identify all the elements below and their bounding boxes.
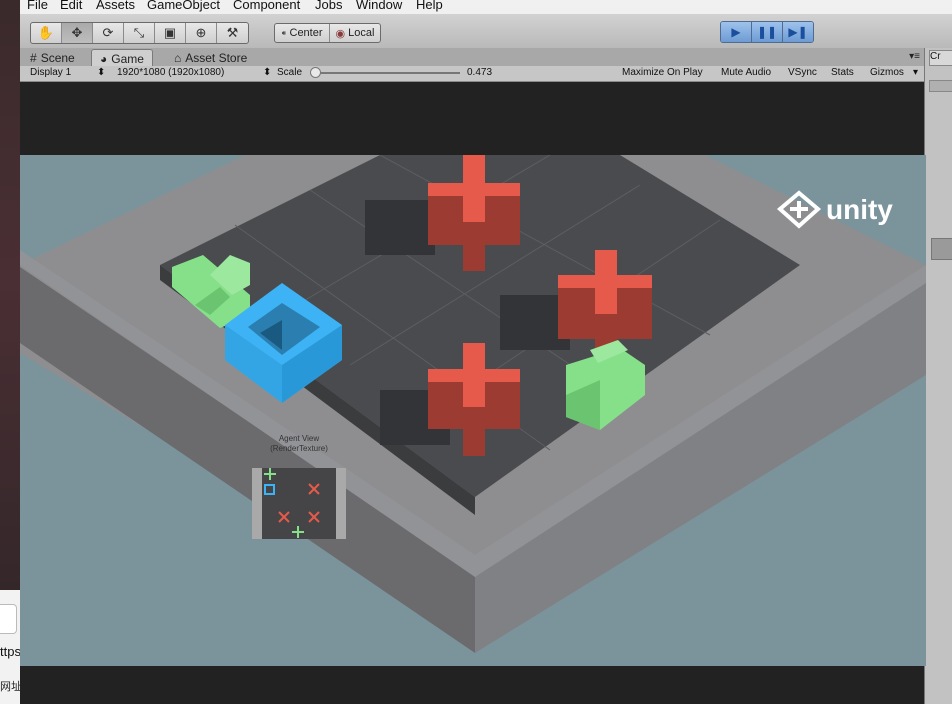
tab-asset-store-label: Asset Store [185, 50, 248, 65]
stats-toggle[interactable]: Stats [831, 67, 854, 78]
local-label: Local [348, 27, 375, 39]
gizmos-dropdown-arrow-icon: ▾ [913, 67, 919, 78]
tab-game-label: Game [111, 51, 144, 66]
right-panel-scrollbar[interactable] [931, 238, 952, 260]
pivot-label: Center [289, 27, 323, 39]
browser-tab-fragment[interactable] [0, 604, 17, 634]
game-view[interactable]: unity Agent View (RenderTexture) [20, 82, 926, 704]
move-icon[interactable]: ✥ [62, 23, 93, 43]
play-icon[interactable]: ▶ [721, 22, 752, 42]
rotate-icon[interactable]: ⟳ [93, 23, 124, 43]
custom-tool-icon[interactable]: ⚒ [217, 23, 248, 43]
local-icon: ◉ [335, 27, 346, 40]
resolution-dropdown-arrow-icon: ⬍ [263, 67, 272, 78]
right-panel-bar [929, 80, 952, 92]
gamepad-icon: ◕ [100, 51, 108, 66]
transform-tools: ✋ ✥ ⟳ ⤡ ▣ ⊕ ⚒ [30, 22, 249, 44]
agent-view-subtitle: (RenderTexture) [270, 444, 328, 453]
menu-file[interactable]: File [27, 0, 48, 12]
step-icon[interactable]: ▶❚ [783, 22, 813, 42]
main-toolbar: ✋ ✥ ⟳ ⤡ ▣ ⊕ ⚒ ⁌ Center ◉ Local ▶ ❚❚ ▶❚ [20, 14, 952, 49]
menu-component[interactable]: Component [233, 0, 300, 12]
maximize-on-play-toggle[interactable]: Maximize On Play [622, 67, 703, 78]
menu-jobs[interactable]: Jobs [315, 0, 342, 12]
resolution-dropdown[interactable]: 1920*1080 (1920x1080) [117, 67, 224, 78]
pause-icon[interactable]: ❚❚ [752, 22, 783, 42]
menu-gameobject[interactable]: GameObject [147, 0, 220, 12]
menu-bar: File Edit Assets GameObject Component Jo… [20, 0, 952, 14]
right-panel: Cr [924, 48, 952, 704]
hand-icon[interactable]: ✋ [31, 23, 62, 43]
view-tabs: # Scene ◕ Game ⌂ Asset Store ▾≡ [20, 48, 924, 67]
agent-view-title: Agent View [279, 434, 320, 443]
tab-scene[interactable]: # Scene [22, 49, 83, 66]
browser-label-fragment: 网址 [0, 681, 22, 693]
scale-label: Scale [277, 67, 303, 78]
right-panel-header[interactable]: Cr [929, 50, 952, 66]
pivot-local-button[interactable]: ◉ Local [330, 24, 381, 42]
grid-icon: # [30, 50, 37, 65]
menu-edit[interactable]: Edit [60, 0, 82, 12]
game-view-toolbar: Display 1 ⬍ 1920*1080 (1920x1080) ⬍ Scal… [20, 66, 924, 82]
display-dropdown[interactable]: Display 1 [30, 67, 71, 78]
rect-icon[interactable]: ▣ [155, 23, 186, 43]
pivot-toggle-group: ⁌ Center ◉ Local [274, 23, 382, 43]
scale-icon[interactable]: ⤡ [124, 23, 155, 43]
display-dropdown-arrow-icon: ⬍ [97, 67, 106, 78]
scale-value: 0.473 [467, 67, 493, 78]
tab-asset-store[interactable]: ⌂ Asset Store [166, 49, 255, 66]
tab-menu-icon[interactable]: ▾≡ [909, 51, 920, 62]
pivot-center-button[interactable]: ⁌ Center [275, 24, 330, 42]
tab-scene-label: Scene [40, 50, 75, 65]
scale-slider-track[interactable] [312, 72, 460, 74]
scale-slider-handle[interactable] [310, 67, 321, 78]
gizmos-dropdown[interactable]: Gizmos [870, 67, 904, 78]
tab-game[interactable]: ◕ Game [91, 49, 153, 67]
menu-assets[interactable]: Assets [96, 0, 135, 12]
game-render: unity Agent View (RenderTexture) [20, 155, 926, 666]
mute-audio-toggle[interactable]: Mute Audio [721, 67, 771, 78]
menu-help[interactable]: Help [416, 0, 443, 12]
vsync-toggle[interactable]: VSync [788, 67, 817, 78]
store-icon: ⌂ [174, 50, 182, 65]
unity-logo-text: unity [826, 194, 893, 225]
menu-window[interactable]: Window [356, 0, 402, 12]
transform-icon[interactable]: ⊕ [186, 23, 217, 43]
browser-url-fragment: ttps [0, 644, 21, 659]
play-controls: ▶ ❚❚ ▶❚ [720, 21, 814, 43]
pivot-icon: ⁌ [281, 27, 287, 40]
